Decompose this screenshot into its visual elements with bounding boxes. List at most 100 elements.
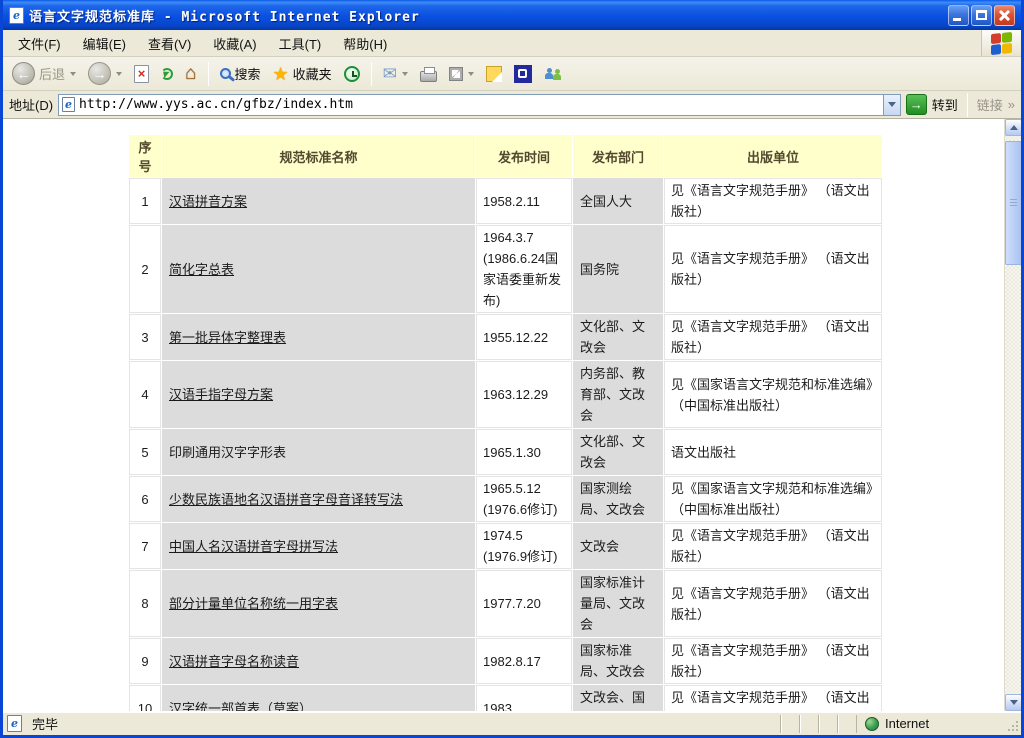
blue-app-button[interactable] [509,63,537,85]
browser-window: e 语言文字规范标准库 - Microsoft Internet Explore… [0,0,1024,738]
ie-page-icon: e [9,7,24,24]
address-bar: 地址(D) e → 转到 链接 » [3,91,1021,119]
minimize-button[interactable] [948,5,969,26]
cell-index: 2 [129,225,161,313]
history-button[interactable] [339,64,365,84]
cell-publisher: 见《语言文字规范手册》 （语文出版社） [664,570,882,637]
cell-name: 汉字统一部首表（草案） [162,685,475,711]
cell-publisher: 见《国家语言文字规范和标准选编》（中国标准出版社） [664,476,882,522]
cell-publisher: 见《语言文字规范手册》 （语文出版社） [664,638,882,684]
standard-link[interactable]: 汉语拼音方案 [169,194,247,209]
cell-index: 6 [129,476,161,522]
history-clock-icon [344,66,360,82]
cell-dept: 文化部、文改会 [573,314,663,360]
windows-flag-icon [991,31,1012,54]
stop-button[interactable]: × [129,63,154,85]
cell-publisher: 见《语言文字规范手册》 （语文出版社） [664,225,882,313]
table-row: 2 简化字总表 1964.3.7 (1986.6.24国家语委重新发布) 国务院… [129,225,882,313]
col-header-dept: 发布部门 [573,135,663,177]
vertical-scrollbar[interactable] [1004,119,1021,711]
cell-name: 简化字总表 [162,225,475,313]
maximize-icon [976,10,987,20]
status-pane [818,715,837,733]
cell-index: 4 [129,361,161,428]
messenger-icon [544,65,564,83]
cell-date: 1977.7.20 [476,570,572,637]
cell-publisher: 见《语言文字规范手册》 （语文出版社） [664,523,882,569]
print-button[interactable] [415,64,442,84]
cell-index: 10 [129,685,161,711]
standard-link[interactable]: 中国人名汉语拼音字母拼写法 [169,539,338,554]
go-label: 转到 [932,95,958,114]
standard-text: 印刷通用汉字字形表 [169,445,286,460]
status-message: 完毕 [32,714,58,733]
menu-help[interactable]: 帮助(H) [332,30,398,57]
cell-dept: 文改会、国家出版局 [573,685,663,711]
close-button[interactable] [994,5,1015,26]
standard-link[interactable]: 简化字总表 [169,262,234,277]
blue-app-icon [514,65,532,83]
title-bar[interactable]: e 语言文字规范标准库 - Microsoft Internet Explore… [3,0,1021,30]
col-header-date: 发布时间 [476,135,572,177]
menu-file[interactable]: 文件(F) [7,30,72,57]
mail-dropdown-icon [402,72,408,76]
cell-date: 1958.2.11 [476,178,572,224]
standard-link[interactable]: 第一批异体字整理表 [169,330,286,345]
go-button[interactable]: → [906,94,927,115]
cell-dept: 国务院 [573,225,663,313]
menu-view[interactable]: 查看(V) [137,30,202,57]
cell-dept: 文化部、文改会 [573,429,663,475]
links-chevron-icon[interactable]: » [1008,97,1015,112]
cell-date: 1955.12.22 [476,314,572,360]
standard-link[interactable]: 少数民族语地名汉语拼音字母音译转写法 [169,492,403,507]
search-label: 搜索 [235,64,261,83]
discuss-button[interactable] [481,64,507,84]
standard-link[interactable]: 汉字统一部首表（草案） [169,701,312,712]
cell-date: 1965.1.30 [476,429,572,475]
refresh-button[interactable] [156,66,178,82]
menu-favorites[interactable]: 收藏(A) [202,30,267,57]
arrow-up-icon [1010,125,1018,130]
menu-edit[interactable]: 编辑(E) [72,30,137,57]
edit-dropdown-icon [468,72,474,76]
back-button[interactable]: ← 后退 [7,60,81,87]
cell-date: 1965.5.12 (1976.6修订) [476,476,572,522]
menu-tools[interactable]: 工具(T) [268,30,333,57]
cell-publisher: 语文出版社 [664,429,882,475]
standard-link[interactable]: 汉语拼音字母名称读音 [169,654,299,669]
cell-publisher: 见《语言文字规范手册》 （语文出版社） [664,314,882,360]
cell-index: 1 [129,178,161,224]
cell-name: 第一批异体字整理表 [162,314,475,360]
status-bar: e 完毕 Internet [3,711,1021,735]
standard-link[interactable]: 汉语手指字母方案 [169,387,273,402]
resize-grip[interactable] [1006,715,1019,733]
maximize-button[interactable] [971,5,992,26]
standard-toolbar: ← 后退 → × ⌂ 搜索 ★ 收藏夹 ✉ [3,57,1021,91]
ie-e-glyph: e [13,10,20,21]
globe-icon [865,717,879,731]
messenger-button[interactable] [539,63,569,85]
edit-button[interactable] [444,65,479,83]
cell-date: 1974.5 (1976.9修订) [476,523,572,569]
scrollbar-thumb[interactable] [1005,141,1021,265]
address-dropdown-button[interactable] [883,95,900,115]
cell-name: 少数民族语地名汉语拼音字母音译转写法 [162,476,475,522]
stop-x-glyph: × [138,67,146,80]
scroll-up-button[interactable] [1005,119,1021,136]
status-pane [780,715,799,733]
star-icon: ★ [273,65,289,83]
toolbar-separator [208,62,209,86]
links-label[interactable]: 链接 [977,95,1003,114]
standard-link[interactable]: 部分计量单位名称统一用字表 [169,596,338,611]
home-button[interactable]: ⌂ [180,62,201,85]
search-button[interactable]: 搜索 [215,62,266,85]
forward-button[interactable]: → [83,60,127,87]
chevron-down-icon [888,102,896,107]
mail-icon: ✉ [383,65,397,82]
scroll-down-button[interactable] [1005,694,1021,711]
table-row: 10 汉字统一部首表（草案） 1983. 文改会、国家出版局 见《语言文字规范手… [129,685,882,711]
address-input[interactable] [79,96,883,114]
favorites-button[interactable]: ★ 收藏夹 [268,62,337,85]
standards-table: 序号 规范标准名称 发布时间 发布部门 出版单位 1 汉语拼音方案 1958.2… [128,134,883,711]
mail-button[interactable]: ✉ [378,63,413,84]
